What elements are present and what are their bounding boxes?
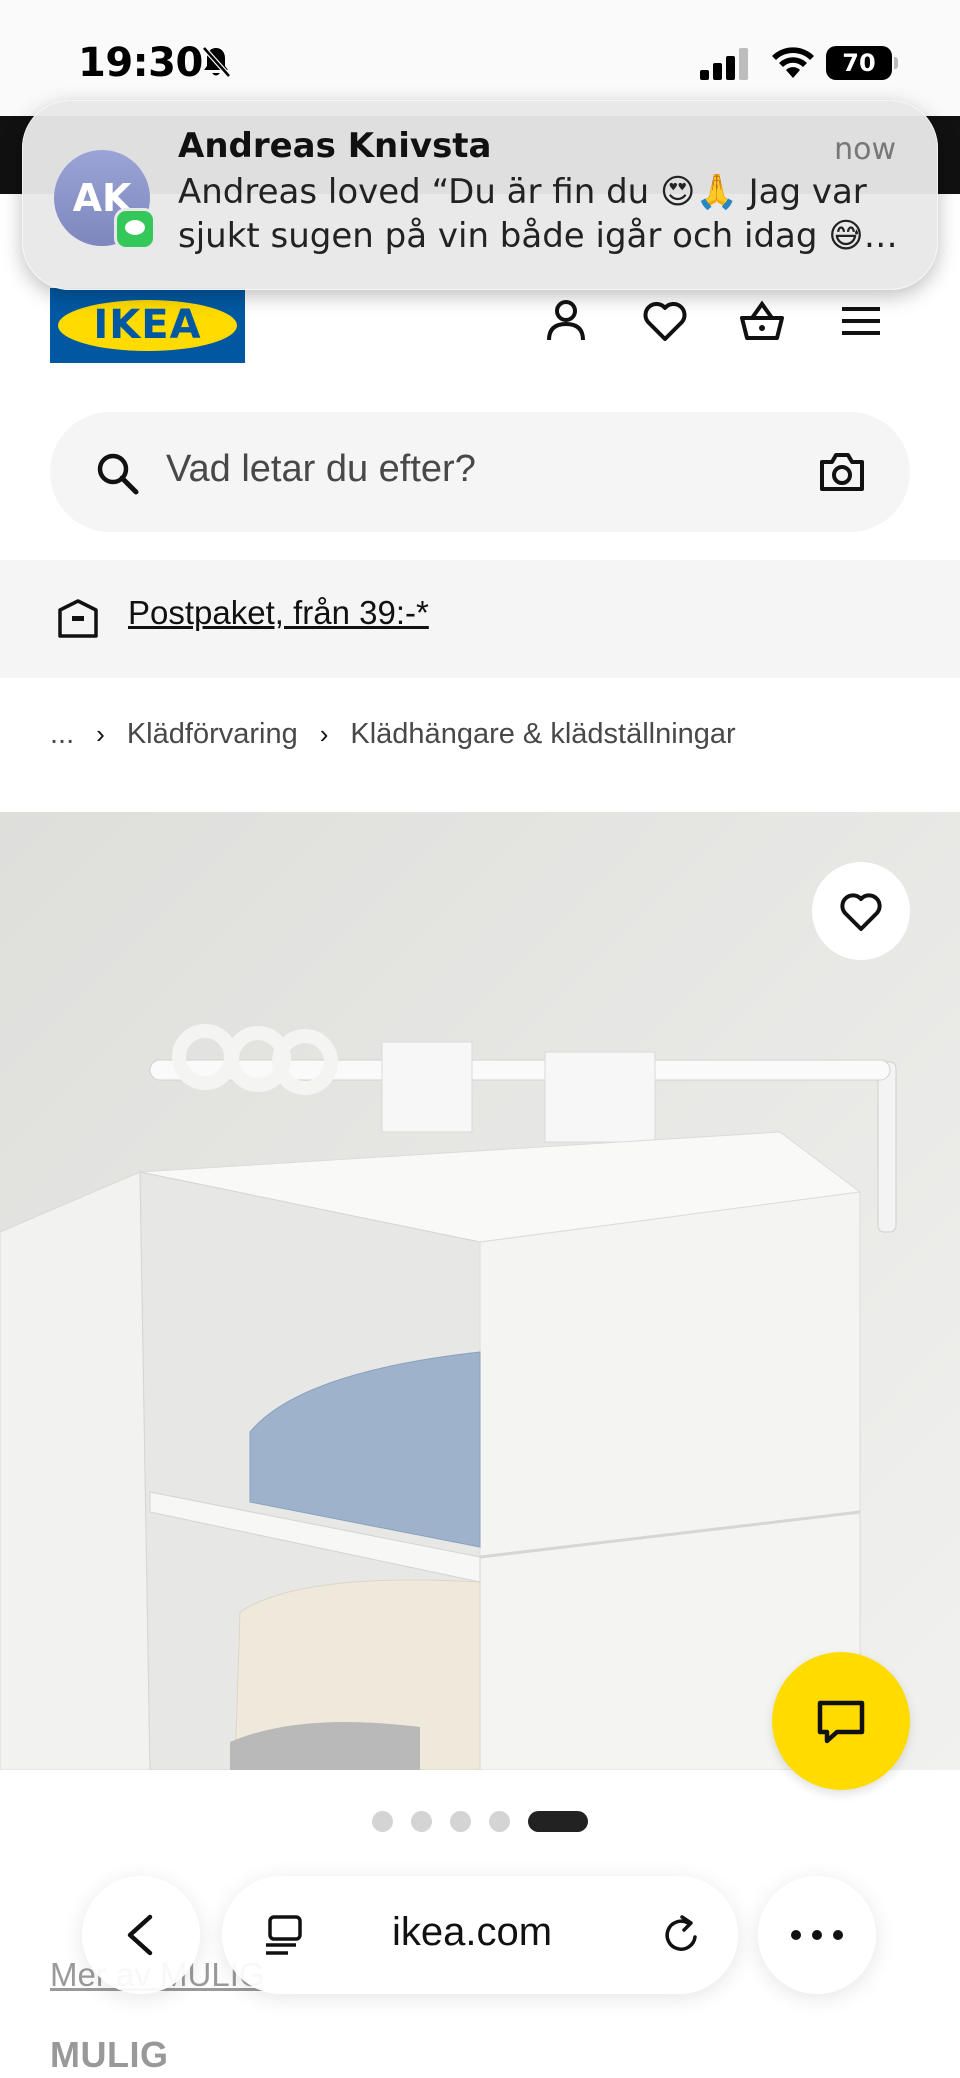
product-image[interactable] xyxy=(0,812,960,1770)
notification-sender: Andreas Knivsta xyxy=(178,126,492,166)
page-menu-icon[interactable] xyxy=(262,1912,308,1958)
search-bar[interactable]: Vad letar du efter? xyxy=(50,412,910,532)
browser-back-button[interactable] xyxy=(82,1876,200,1994)
logo-text: IKEA xyxy=(93,302,202,348)
delivery-banner: Postpaket, från 39:-* xyxy=(0,560,960,678)
carousel-dot[interactable] xyxy=(372,1810,393,1832)
status-time: 19:30 xyxy=(78,40,203,86)
search-icon xyxy=(97,453,139,495)
package-icon xyxy=(58,599,98,638)
menu-icon[interactable] xyxy=(836,296,886,346)
user-icon[interactable] xyxy=(541,296,591,346)
bell-off-icon xyxy=(202,46,231,78)
carousel-dot[interactable] xyxy=(411,1810,432,1832)
reload-icon[interactable] xyxy=(658,1912,704,1958)
cellular-signal-icon xyxy=(700,48,748,80)
delivery-link[interactable]: Postpaket, från 39:-* xyxy=(128,594,429,632)
carousel-dot[interactable] xyxy=(489,1810,510,1832)
breadcrumb-item-kladhangare[interactable]: Klädhängare & klädställningar xyxy=(350,718,735,751)
breadcrumb-ellipsis[interactable]: ... xyxy=(50,718,74,751)
chevron-left-icon xyxy=(127,1914,153,1956)
notification-time: now xyxy=(834,132,896,167)
browser-more-button[interactable] xyxy=(758,1876,876,1994)
heart-icon xyxy=(840,893,882,931)
carousel-dots xyxy=(372,1810,588,1832)
chat-button[interactable] xyxy=(772,1652,910,1790)
heart-icon[interactable] xyxy=(640,296,690,346)
favourite-button[interactable] xyxy=(812,862,910,960)
carousel-dot-active[interactable] xyxy=(528,1810,588,1832)
breadcrumb: ... › Klädförvaring › Klädhängare & kläd… xyxy=(50,714,736,754)
message-notification[interactable]: AK Andreas Knivsta now Andreas loved “Du… xyxy=(22,100,938,290)
camera-icon[interactable] xyxy=(818,448,866,496)
wifi-icon xyxy=(772,47,814,78)
notification-message: Andreas loved “Du är fin du 😍🙏 Jag var s… xyxy=(178,172,898,256)
chat-icon xyxy=(817,1700,865,1744)
chevron-right-icon: › xyxy=(319,718,329,749)
browser-address-bar[interactable]: ikea.com xyxy=(222,1876,738,1994)
chevron-right-icon: › xyxy=(96,718,105,749)
url-text[interactable]: ikea.com xyxy=(322,1910,622,1955)
product-name: MULIG xyxy=(50,2034,169,2075)
more-icon xyxy=(791,1930,843,1940)
carousel-dot[interactable] xyxy=(450,1810,471,1832)
search-input[interactable]: Vad letar du efter? xyxy=(166,448,476,491)
breadcrumb-item-kladforvaring[interactable]: Klädförvaring xyxy=(127,718,298,751)
messages-app-icon xyxy=(114,208,156,250)
battery-icon: 70 xyxy=(826,46,898,80)
product-photo xyxy=(0,812,960,1770)
basket-icon[interactable] xyxy=(737,296,787,346)
ikea-logo[interactable]: IKEA xyxy=(50,288,245,363)
